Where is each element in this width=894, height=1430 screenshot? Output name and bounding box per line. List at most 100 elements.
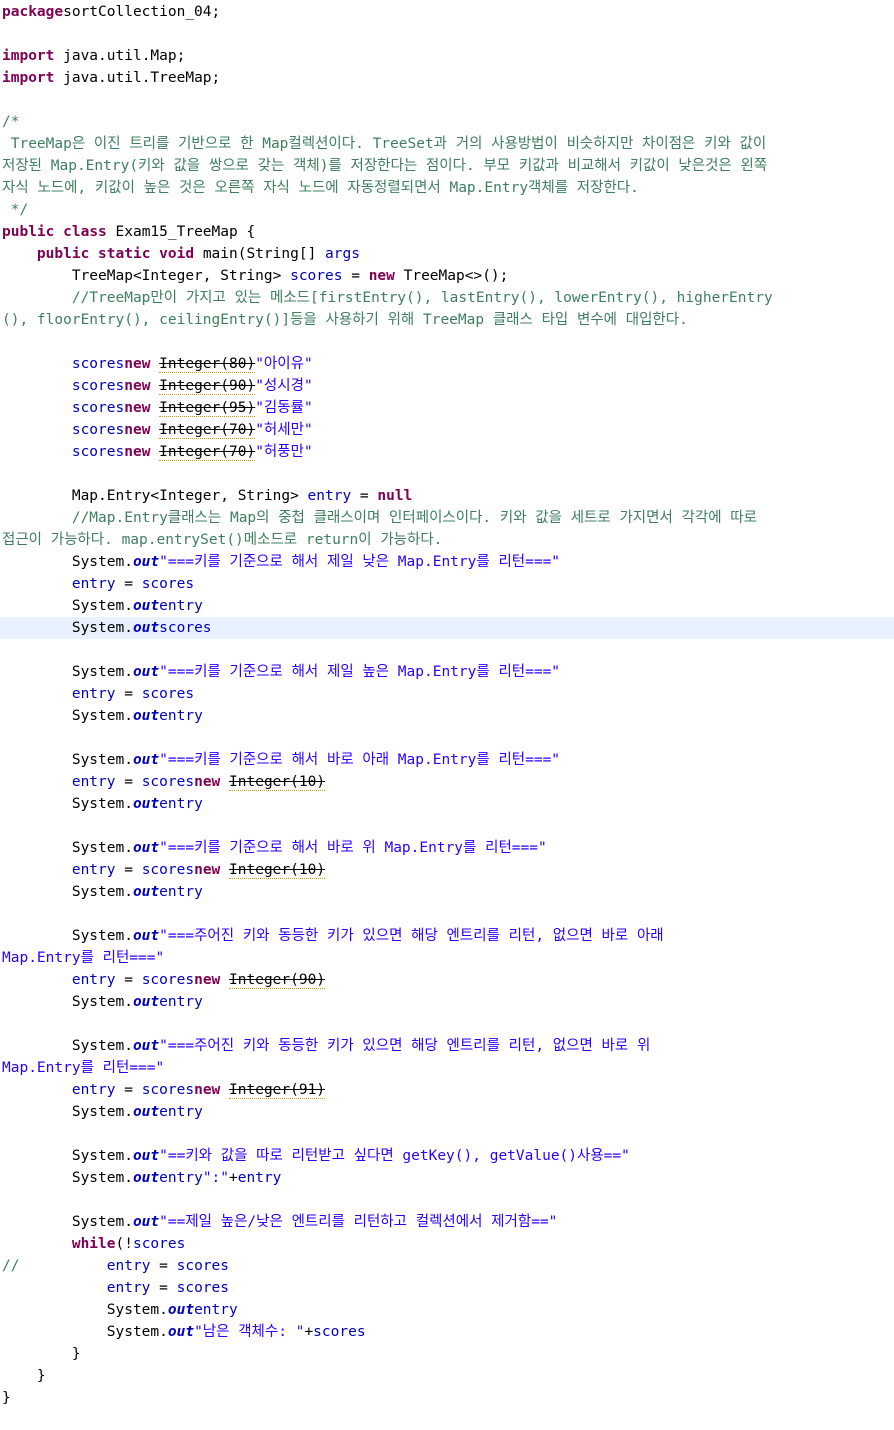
code-line[interactable]: System.out"===키를 기준으로 해서 제일 낮은 Map.Entry… [0,551,894,573]
code-line[interactable]: */ [0,199,894,221]
string-token: "===주어진 키와 동등한 키가 있으면 해당 엔트리를 리턴, 없으면 바로… [159,1038,651,1054]
code-line[interactable]: ​ [0,815,894,837]
static-field-token: out [132,1148,160,1164]
code-line[interactable]: System.outentry [0,793,894,815]
field-token: entry [71,972,116,988]
code-line[interactable]: } [0,1343,894,1365]
static-field-token: out [132,620,160,636]
code-line[interactable]: System.out"==키와 값을 따로 리턴받고 싶다면 getKey(),… [0,1145,894,1167]
deprecated-token: Integer(91) [229,1082,326,1099]
code-token: = [150,1258,177,1274]
code-line[interactable]: System.out"==제일 높은/낮은 엔트리를 리턴하고 컬렉션에서 제거… [0,1211,894,1233]
keyword-token: while [71,1236,116,1252]
code-line[interactable]: import java.util.TreeMap; [0,67,894,89]
code-line-current[interactable]: System.outscores [0,617,894,639]
code-line[interactable]: System.out"===주어진 키와 동등한 키가 있으면 해당 엔트리를 … [0,925,894,947]
code-line[interactable]: scoresnew Integer(70)"허세만" [0,419,894,441]
code-line[interactable]: entry = scoresnew Integer(10) [0,859,894,881]
code-token: Exam15_TreeMap { [106,224,256,240]
code-line[interactable]: TreeMap<Integer, String> scores = new Tr… [0,265,894,287]
code-line[interactable]: packagesortCollection_04; [0,1,894,23]
code-token: System. [2,884,133,900]
code-line[interactable]: (), floorEntry(), ceilingEntry()]등을 사용하기… [0,309,894,331]
field-token: scores [176,1258,230,1274]
code-line[interactable]: public class Exam15_TreeMap { [0,221,894,243]
code-line[interactable]: System.outentry [0,991,894,1013]
code-editor[interactable]: packagesortCollection_04;​import java.ut… [0,0,894,1430]
string-token: "===키를 기준으로 해서 제일 높은 Map.Entry를 리턴===" [159,664,561,680]
code-line[interactable]: Map.Entry를 리턴===" [0,947,894,969]
code-line[interactable]: ​ [0,1013,894,1035]
keyword-token: package [2,4,64,20]
code-line[interactable]: System.outentry [0,1299,894,1321]
code-line[interactable]: // entry = scores [0,1255,894,1277]
code-line[interactable]: System.outentry [0,1101,894,1123]
code-line[interactable]: ​ [0,23,894,45]
keyword-token: public [36,246,90,262]
code-line[interactable]: import java.util.Map; [0,45,894,67]
code-line[interactable]: Map.Entry<Integer, String> entry = null [0,485,894,507]
code-line[interactable]: } [0,1387,894,1409]
code-line[interactable]: System.outentry [0,881,894,903]
code-line[interactable]: TreeMap은 이진 트리를 기반으로 한 Map컬렉션이다. TreeSet… [0,133,894,155]
code-line[interactable]: scoresnew Integer(70)"허풍만" [0,441,894,463]
code-line[interactable]: System.outentry [0,705,894,727]
code-line[interactable]: entry = scoresnew Integer(10) [0,771,894,793]
code-line[interactable]: System.out"===키를 기준으로 해서 바로 위 Map.Entry를… [0,837,894,859]
field-token: entry [237,1170,282,1186]
code-line[interactable]: ​ [0,903,894,925]
code-line[interactable]: /* [0,111,894,133]
field-token: entry [307,488,352,504]
field-token: entry [159,708,203,724]
code-line[interactable]: 접근이 가능하다. map.entrySet()메소드로 return이 가능하… [0,529,894,551]
keyword-token: void [159,246,195,262]
code-line[interactable]: System.out"===키를 기준으로 해서 바로 아래 Map.Entry… [0,749,894,771]
string-token: "허풍만" [255,444,313,460]
code-line[interactable]: //TreeMap만이 가지고 있는 메소드[firstEntry(), las… [0,287,894,309]
code-line[interactable]: ​ [0,89,894,111]
code-line[interactable]: while(!scores [0,1233,894,1255]
deprecated-token: Integer(10) [229,862,326,879]
code-line[interactable]: entry = scoresnew Integer(91) [0,1079,894,1101]
string-token: "===주어진 키와 동등한 키가 있으면 해당 엔트리를 리턴, 없으면 바로… [159,928,664,944]
code-line[interactable]: entry = scores [0,573,894,595]
code-line[interactable]: //Map.Entry클래스는 Map의 중첩 클래스이며 인터페이스이다. 키… [0,507,894,529]
code-line[interactable]: ​ [0,1189,894,1211]
code-line[interactable]: ​ [0,727,894,749]
code-token: = [342,268,369,284]
code-line[interactable]: ​ [0,463,894,485]
code-line[interactable]: 자식 노드에, 키값이 높은 것은 오른쪽 자식 노드에 자동정렬되면서 Map… [0,177,894,199]
code-line[interactable]: System.outentry [0,595,894,617]
keyword-token: new [124,356,151,372]
code-line[interactable]: System.out"남은 객체수: "+scores [0,1321,894,1343]
code-line[interactable]: scoresnew Integer(90)"성시경" [0,375,894,397]
comment-token: TreeMap은 이진 트리를 기반으로 한 Map컬렉션이다. TreeSet… [2,136,767,152]
code-line[interactable]: ​ [0,639,894,661]
code-line[interactable]: entry = scores [0,1277,894,1299]
keyword-token: public [2,224,55,240]
code-line[interactable]: ​ [0,1123,894,1145]
code-line[interactable]: System.outentry":"+entry [0,1167,894,1189]
code-line[interactable]: entry = scores [0,683,894,705]
code-token: System. [2,928,133,944]
code-line[interactable]: entry = scoresnew Integer(90) [0,969,894,991]
code-line[interactable]: 저장된 Map.Entry(키와 값을 쌍으로 갖는 객체)를 저장한다는 점이… [0,155,894,177]
keyword-token: import [2,70,55,86]
code-token: System. [2,1104,133,1120]
code-line[interactable]: System.out"===주어진 키와 동등한 키가 있으면 해당 엔트리를 … [0,1035,894,1057]
code-line[interactable]: ​ [0,331,894,353]
code-line[interactable]: scoresnew Integer(95)"김동률" [0,397,894,419]
code-line[interactable]: } [0,1365,894,1387]
code-line[interactable]: System.out"===키를 기준으로 해서 제일 높은 Map.Entry… [0,661,894,683]
code-line[interactable]: scoresnew Integer(80)"아이유" [0,353,894,375]
code-line[interactable]: public static void main(String[] args [0,243,894,265]
code-line[interactable]: Map.Entry를 리턴===" [0,1057,894,1079]
